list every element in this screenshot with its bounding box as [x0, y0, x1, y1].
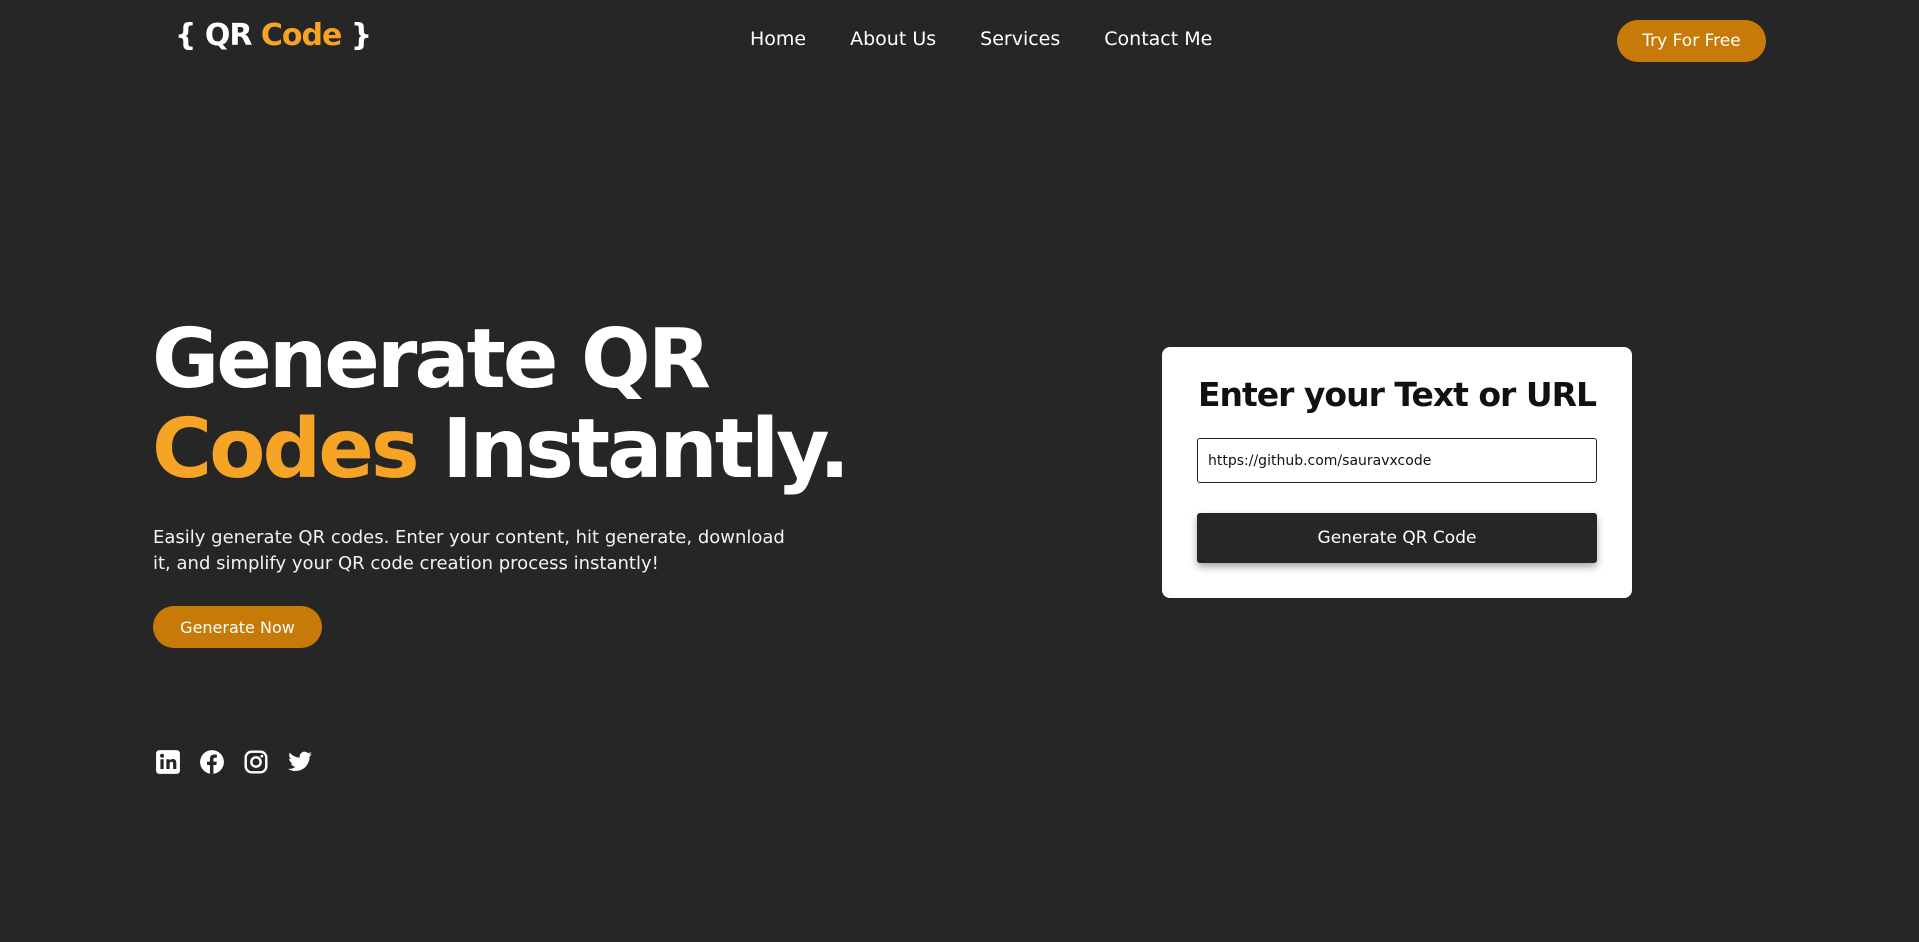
- nav-home[interactable]: Home: [750, 28, 806, 50]
- logo-brace-close: }: [341, 18, 372, 53]
- nav-services[interactable]: Services: [980, 28, 1060, 50]
- logo[interactable]: { QR Code }: [175, 18, 372, 53]
- nav-contact-me[interactable]: Contact Me: [1104, 28, 1212, 50]
- main-nav: Home About Us Services Contact Me: [750, 28, 1212, 50]
- social-links: [155, 749, 313, 775]
- logo-text-qr: QR: [204, 18, 253, 53]
- logo-brace-open: {: [175, 18, 205, 53]
- hero-title-accent: Codes: [152, 402, 420, 497]
- hero-title-line1: Generate QR: [152, 312, 711, 407]
- hero-title-rest: Instantly.: [416, 402, 850, 497]
- url-input[interactable]: [1197, 438, 1597, 483]
- hero-title: Generate QR Codes Instantly.: [152, 312, 850, 497]
- twitter-icon[interactable]: [287, 749, 313, 775]
- qr-generator-card: Enter your Text or URL Generate QR Code: [1162, 347, 1632, 598]
- card-title: Enter your Text or URL: [1197, 375, 1597, 414]
- generate-qr-code-button[interactable]: Generate QR Code: [1197, 513, 1597, 563]
- logo-text-code: Code: [260, 18, 342, 53]
- hero-description: Easily generate QR codes. Enter your con…: [153, 527, 785, 574]
- nav-about-us[interactable]: About Us: [850, 28, 936, 50]
- linkedin-icon[interactable]: [155, 749, 181, 775]
- facebook-icon[interactable]: [199, 749, 225, 775]
- page: { QR Code } Home About Us Services Conta…: [0, 0, 1919, 942]
- try-for-free-button[interactable]: Try For Free: [1617, 20, 1766, 62]
- instagram-icon[interactable]: [243, 749, 269, 775]
- generate-now-button[interactable]: Generate Now: [153, 606, 322, 648]
